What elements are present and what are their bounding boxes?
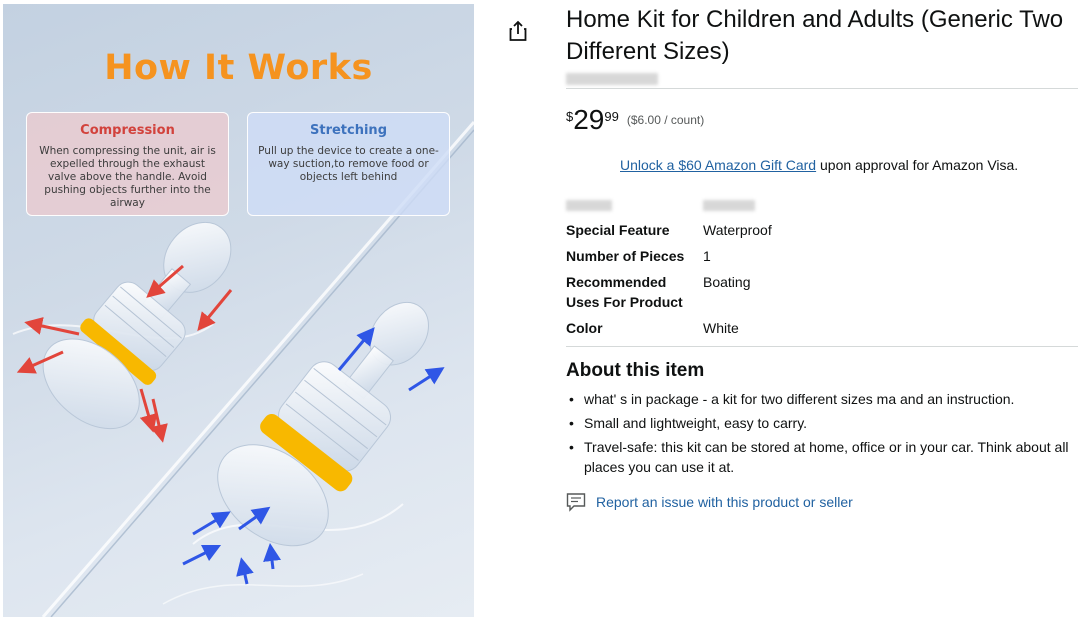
device-small <box>42 221 232 430</box>
spec-value: Boating <box>703 274 751 290</box>
unit-price: ($6.00 / count) <box>626 113 705 127</box>
product-title: Home Kit for Children and Adults (Generi… <box>566 6 1064 65</box>
store-link-redacted[interactable] <box>566 73 658 85</box>
stretching-card: Stretching Pull up the device to create … <box>247 112 450 216</box>
list-item: what' s in package - a kit for two diffe… <box>566 389 1071 409</box>
product-image[interactable]: How It Works Compression When compressin… <box>3 4 474 617</box>
brand-key-redacted <box>566 200 612 211</box>
brand-value-redacted <box>703 200 755 211</box>
price-whole: 29 <box>573 104 605 135</box>
stretching-title: Stretching <box>310 123 387 138</box>
compression-card: Compression When compressing the unit, a… <box>26 112 229 216</box>
divider <box>566 88 1078 89</box>
spec-key: Color <box>566 320 603 336</box>
list-item: Travel-safe: this kit can be stored at h… <box>566 437 1071 477</box>
report-issue-link[interactable]: Report an issue with this product or sel… <box>566 492 853 512</box>
spec-key: Special Feature <box>566 222 670 238</box>
feedback-icon <box>566 493 586 512</box>
report-issue-text: Report an issue with this product or sel… <box>596 494 853 510</box>
stretching-text: Pull up the device to create a one-way s… <box>258 145 439 183</box>
gift-card-text: upon approval for Amazon Visa. <box>816 157 1019 173</box>
spec-value: 1 <box>703 248 711 264</box>
about-bullets: what' s in package - a kit for two diffe… <box>566 389 1071 481</box>
share-icon[interactable] <box>509 20 527 42</box>
gift-card-link[interactable]: Unlock a $60 Amazon Gift Card <box>620 157 816 173</box>
spec-key: Number of Pieces <box>566 248 685 264</box>
device-illustration <box>12 121 474 617</box>
spec-row: Number of Pieces 1 <box>566 246 966 266</box>
spec-value: Waterproof <box>703 222 772 238</box>
spec-row: Special Feature Waterproof <box>566 220 966 240</box>
spec-value: White <box>703 320 739 336</box>
spec-row: Recommended Uses For Product Boating <box>566 272 966 312</box>
spec-row: Color White <box>566 318 966 338</box>
price: $ 29 99 ($6.00 / count) <box>566 104 704 136</box>
device-large <box>217 301 429 547</box>
list-item: Small and lightweight, easy to carry. <box>566 413 1071 433</box>
price-fraction: 99 <box>604 109 619 124</box>
about-heading: About this item <box>566 360 705 381</box>
compression-text: When compressing the unit, air is expell… <box>39 145 216 209</box>
gift-card-promo: Unlock a $60 Amazon Gift Card upon appro… <box>620 157 1018 173</box>
price-symbol: $ <box>566 109 574 124</box>
compression-title: Compression <box>80 123 175 138</box>
divider <box>566 346 1078 347</box>
image-heading: How It Works <box>104 48 373 88</box>
spec-key: Recommended Uses For Product <box>566 274 683 310</box>
